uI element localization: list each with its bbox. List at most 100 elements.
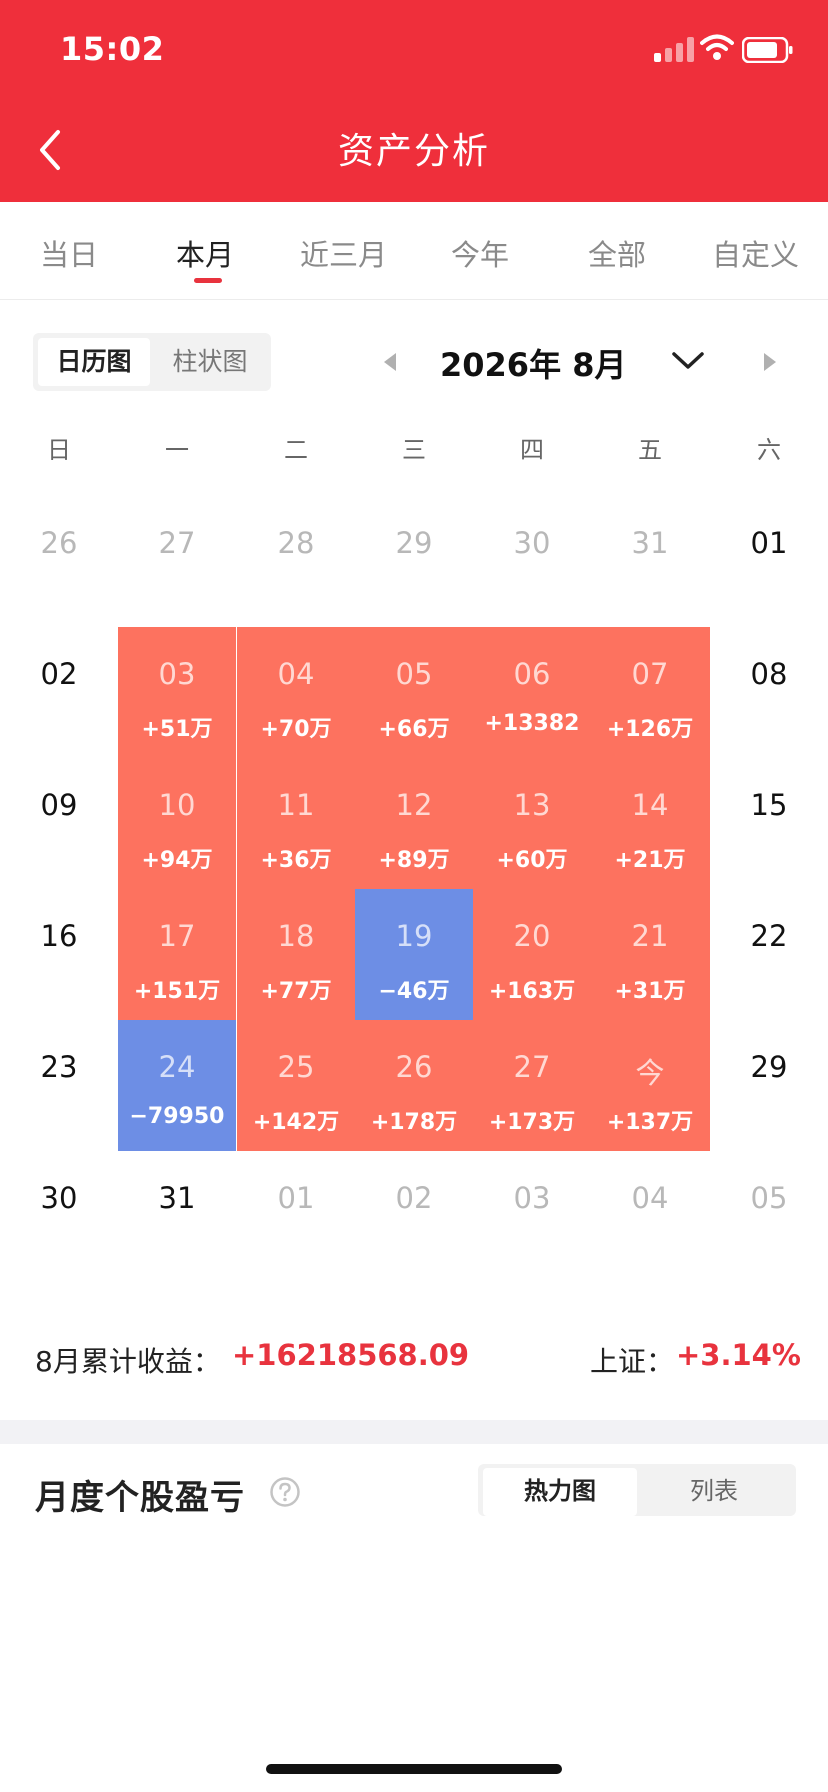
- day-pnl-value: +13382: [484, 711, 580, 736]
- day-number: 05: [395, 657, 433, 691]
- calendar-day-cell[interactable]: 24 −79950: [118, 1020, 236, 1151]
- calendar-day-cell[interactable]: 04 +70万: [237, 627, 355, 758]
- day-number: 18: [277, 919, 315, 953]
- calendar-day-cell[interactable]: 01: [237, 1151, 355, 1282]
- day-pnl-value: +66万: [378, 717, 450, 742]
- calendar-day-cell[interactable]: 08: [710, 627, 828, 758]
- day-number: 05: [750, 1181, 788, 1215]
- month-picker-chevron-down-icon[interactable]: [670, 348, 706, 372]
- weekday-label: 四: [520, 436, 544, 464]
- day-number: 16: [40, 919, 78, 953]
- calendar-day-cell[interactable]: 22: [710, 889, 828, 1020]
- calendar-day-cell[interactable]: 30: [0, 1151, 118, 1282]
- day-pnl-value: +173万: [488, 1110, 576, 1135]
- calendar-day-cell[interactable]: 30: [473, 496, 591, 627]
- day-number: 12: [395, 788, 433, 822]
- battery-icon: [742, 37, 793, 63]
- tab-today[interactable]: 当日: [40, 232, 98, 274]
- weekday-label: 二: [284, 436, 308, 464]
- calendar-day-cell[interactable]: 13 +60万: [473, 758, 591, 889]
- calendar-day-cell[interactable]: 31: [591, 496, 709, 627]
- tab-custom[interactable]: 自定义: [712, 232, 799, 274]
- calendar-day-cell[interactable]: 19 −46万: [355, 889, 473, 1020]
- calendar-day-cell[interactable]: 26 +178万: [355, 1020, 473, 1151]
- calendar-day-cell[interactable]: 12 +89万: [355, 758, 473, 889]
- tab-all[interactable]: 全部: [588, 232, 646, 274]
- day-number: 27: [158, 526, 196, 560]
- day-pnl-value: +77万: [260, 979, 332, 1004]
- calendar-day-cell[interactable]: 07 +126万: [591, 627, 710, 758]
- calendar-day-cell[interactable]: 02: [0, 627, 118, 758]
- cellular-signal-icon: [654, 36, 696, 62]
- day-pnl-value: +126万: [606, 717, 694, 742]
- calendar-day-cell[interactable]: 29: [355, 496, 473, 627]
- day-pnl-value: +21万: [614, 848, 686, 873]
- day-number: 31: [631, 526, 669, 560]
- day-pnl-value: +142万: [252, 1110, 340, 1135]
- day-number: 10: [158, 788, 196, 822]
- calendar-day-cell[interactable]: 01: [710, 496, 828, 627]
- tab-last-three-months[interactable]: 近三月: [300, 232, 387, 274]
- day-number: 17: [158, 919, 196, 953]
- prev-month-button[interactable]: [380, 350, 400, 374]
- calendar-day-cell[interactable]: 25 +142万: [237, 1020, 355, 1151]
- calendar-day-cell[interactable]: 14 +21万: [591, 758, 710, 889]
- index-label: 上证：: [590, 1345, 675, 1378]
- weekday-label: 三: [402, 436, 426, 464]
- calendar-day-cell[interactable]: 29: [710, 1020, 828, 1151]
- calendar-day-cell[interactable]: 28: [237, 496, 355, 627]
- day-number: 02: [40, 657, 78, 691]
- calendar-day-cell[interactable]: 16: [0, 889, 118, 1020]
- day-pnl-value: +36万: [260, 848, 332, 873]
- day-number: 15: [750, 788, 788, 822]
- question-circle-icon[interactable]: [269, 1476, 301, 1508]
- page-title: 资产分析: [337, 131, 490, 172]
- calendar-day-cell[interactable]: 09: [0, 758, 118, 889]
- day-number: 29: [750, 1050, 788, 1084]
- day-number: 02: [395, 1181, 433, 1215]
- calendar-day-cell[interactable]: 11 +36万: [237, 758, 355, 889]
- day-number: 28: [277, 526, 315, 560]
- day-pnl-value: +151万: [133, 979, 221, 1004]
- day-number: 20: [513, 919, 551, 953]
- calendar-day-cell[interactable]: 06 +13382: [473, 627, 591, 758]
- tab-this-month[interactable]: 本月: [176, 232, 234, 274]
- calendar-view-button[interactable]: 日历图: [38, 338, 150, 386]
- calendar-day-cell[interactable]: 03 +51万: [118, 627, 236, 758]
- calendar-day-cell[interactable]: 23: [0, 1020, 118, 1151]
- calendar-day-cell[interactable]: 05 +66万: [355, 627, 473, 758]
- day-number: 14: [631, 788, 669, 822]
- list-button[interactable]: 列表: [637, 1468, 791, 1516]
- calendar-day-cell[interactable]: 今 +137万: [591, 1020, 710, 1151]
- calendar-day-cell[interactable]: 31: [118, 1151, 236, 1282]
- monthly-total-value: +16218568.09: [232, 1338, 470, 1372]
- calendar-day-cell[interactable]: 27: [118, 496, 236, 627]
- calendar-day-cell[interactable]: 10 +94万: [118, 758, 236, 889]
- calendar-day-cell[interactable]: 02: [355, 1151, 473, 1282]
- day-pnl-value: −46万: [378, 979, 450, 1004]
- bar-view-button[interactable]: 柱状图: [154, 338, 266, 386]
- view-toggle: 日历图 柱状图: [33, 333, 271, 391]
- day-number: 08: [750, 657, 788, 691]
- calendar-day-cell[interactable]: 03: [473, 1151, 591, 1282]
- weekday-label: 五: [638, 436, 662, 464]
- calendar-day-cell[interactable]: 20 +163万: [473, 889, 591, 1020]
- calendar-day-cell[interactable]: 18 +77万: [237, 889, 355, 1020]
- calendar-day-cell[interactable]: 05: [710, 1151, 828, 1282]
- tab-this-year[interactable]: 今年: [451, 232, 509, 274]
- calendar-day-cell[interactable]: 27 +173万: [473, 1020, 591, 1151]
- calendar-day-cell[interactable]: 17 +151万: [118, 889, 236, 1020]
- day-number: 04: [631, 1181, 669, 1215]
- day-pnl-value: +94万: [141, 848, 213, 873]
- calendar-day-cell[interactable]: 26: [0, 496, 118, 627]
- day-number: 22: [750, 919, 788, 953]
- heatmap-button[interactable]: 热力图: [483, 1468, 637, 1516]
- calendar-day-cell[interactable]: 04: [591, 1151, 709, 1282]
- calendar-day-cell[interactable]: 21 +31万: [591, 889, 710, 1020]
- day-number: 01: [750, 526, 788, 560]
- calendar-day-cell[interactable]: 15: [710, 758, 828, 889]
- weekday-label: 六: [757, 436, 781, 464]
- next-month-button[interactable]: [760, 350, 780, 374]
- day-number: 19: [395, 919, 433, 953]
- day-number: 23: [40, 1050, 78, 1084]
